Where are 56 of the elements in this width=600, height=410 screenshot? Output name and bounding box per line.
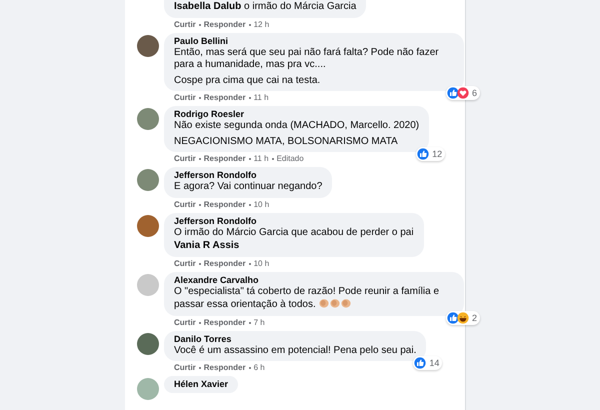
avatar[interactable] xyxy=(137,214,159,236)
reply-link[interactable]: Responder xyxy=(204,93,246,103)
timestamp[interactable]: 12 h xyxy=(254,20,270,30)
reply-link[interactable]: Responder xyxy=(204,363,246,373)
author-name[interactable]: Danilo Torres xyxy=(174,334,416,344)
reaction-count[interactable]: 2 xyxy=(446,310,480,324)
author-name[interactable]: Alexandre Carvalho xyxy=(174,274,454,286)
like-link[interactable]: Curtir xyxy=(174,318,196,328)
comment-text: Não existe segunda onda (MACHADO, Marcello. 2020) xyxy=(174,120,420,132)
reply-link[interactable]: Responder xyxy=(204,154,246,164)
avatar[interactable] xyxy=(137,169,159,191)
comment-text: Isabella Dalub o irmão do Márcia Garcia xyxy=(174,1,356,14)
clapping-hands-icon xyxy=(318,298,329,308)
like-link[interactable]: Curtir xyxy=(174,154,196,164)
comment-text: E agora? Vai continuar negando? xyxy=(174,181,322,194)
like-icon xyxy=(414,357,426,369)
reply-link[interactable]: Responder xyxy=(204,20,246,30)
author-name[interactable]: Paulo Bellini xyxy=(174,36,454,46)
clapping-hands-icon xyxy=(330,298,340,308)
comment-text: NEGACIONISMO MATA, BOLSONARISMO MATA xyxy=(174,136,399,148)
like-link[interactable]: Curtir xyxy=(174,20,196,30)
like-icon xyxy=(446,87,459,99)
reaction-count[interactable]: 6 xyxy=(446,86,480,100)
clapping-hands-icon xyxy=(340,298,351,308)
avatar[interactable] xyxy=(137,108,159,130)
comment-text: Você é um assassino em potencial! Pena pelo seu pai. xyxy=(174,344,416,357)
edited-label: Editado xyxy=(276,154,304,164)
author-name[interactable]: Jefferson Rondolfo xyxy=(174,170,322,181)
timestamp[interactable]: 6 h xyxy=(254,363,265,373)
author-name[interactable]: Jefferson Rondolfo xyxy=(174,216,414,226)
timestamp[interactable]: 11 h xyxy=(254,93,269,103)
mention-link[interactable]: Vania R Assis xyxy=(174,240,414,252)
reaction-count[interactable]: 12 xyxy=(416,147,446,161)
comment-text: Cospe pra cima que cai na testa. xyxy=(174,74,322,87)
like-link[interactable]: Curtir xyxy=(174,258,196,268)
timestamp[interactable]: 7 h xyxy=(254,318,265,328)
like-icon xyxy=(417,148,430,160)
timestamp[interactable]: 10 h xyxy=(254,258,270,268)
reply-link[interactable]: Responder xyxy=(204,258,246,268)
comment-text: O "especialista" tá coberto de razão! Pode reunir a família e passar essa orientação à todos. xyxy=(174,286,440,312)
laughing-face-icon xyxy=(456,312,469,324)
timestamp[interactable]: 11 h xyxy=(254,154,269,164)
like-link[interactable]: Curtir xyxy=(174,93,196,103)
reaction-count[interactable]: 14 xyxy=(413,356,442,370)
like-link[interactable]: Curtir xyxy=(174,200,196,210)
timestamp[interactable]: 10 h xyxy=(254,200,270,210)
reply-link[interactable]: Responder xyxy=(204,318,246,328)
like-icon xyxy=(446,312,459,324)
avatar[interactable] xyxy=(137,332,159,354)
author-name[interactable]: Rodrigo Roesler xyxy=(174,109,420,120)
comment-text: Então, mas será que seu pai não fará falta? Pode não fazer para a humanidade, mas pra vc.... xyxy=(174,46,440,72)
reply-link[interactable]: Responder xyxy=(204,200,246,210)
author-name[interactable]: Hélen Xavier xyxy=(174,379,228,390)
avatar[interactable] xyxy=(137,34,159,56)
comment-text: O irmão do Márcio Garcia que acabou de perder o pai xyxy=(174,226,414,239)
like-link[interactable]: Curtir xyxy=(174,363,196,373)
